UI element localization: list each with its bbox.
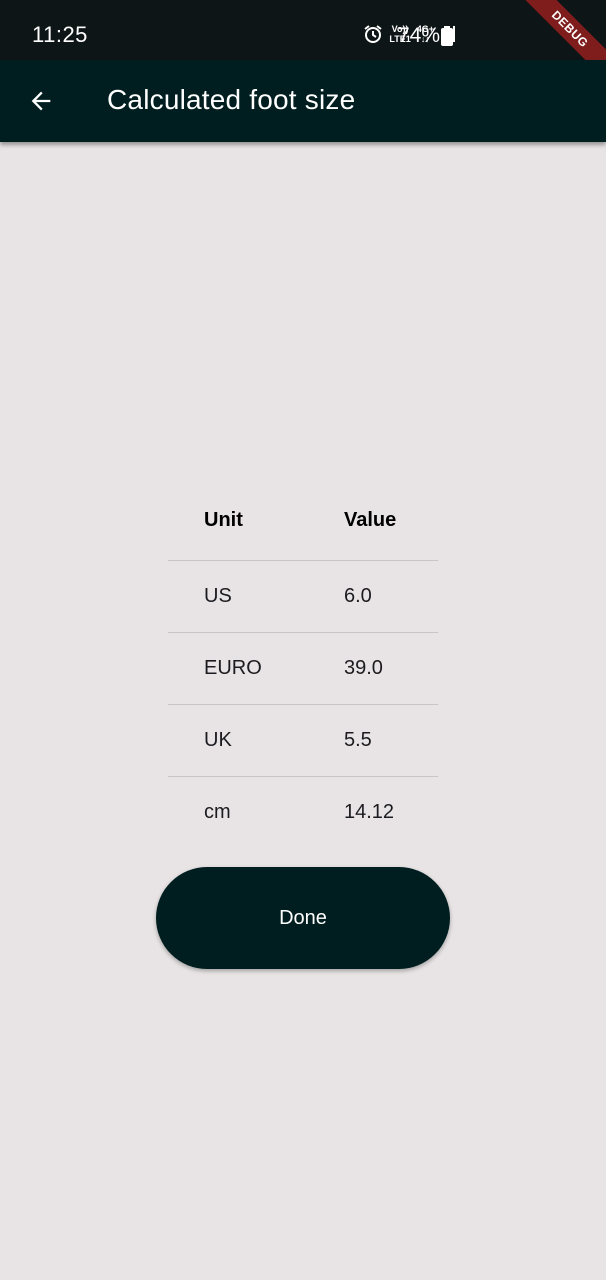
- unit-cell: cm: [204, 801, 231, 823]
- table-row: cm 14.12: [168, 777, 438, 848]
- status-bar: 11:25 Vo)) LTE1 4G+ ↓↑ 74% DEBUG: [0, 0, 606, 87]
- header-unit: Unit: [204, 508, 243, 531]
- unit-cell: US: [204, 585, 232, 607]
- value-cell: 14.12: [344, 801, 395, 823]
- table-header-row: Unit Value: [168, 480, 438, 561]
- battery-icon: [441, 26, 453, 46]
- value-cell: 5.5: [344, 729, 372, 751]
- table-row: US 6.0: [168, 561, 438, 633]
- unit-cell: UK: [204, 729, 232, 751]
- header-value: Value: [344, 508, 397, 531]
- app-bar: Calculated foot size: [0, 60, 606, 142]
- table-row: UK 5.5: [168, 705, 438, 777]
- back-button[interactable]: [18, 78, 64, 124]
- battery-percent: 74%: [398, 24, 441, 47]
- page-title: Calculated foot size: [107, 84, 356, 115]
- done-button[interactable]: Done: [156, 867, 450, 969]
- table-row: EURO 39.0: [168, 633, 438, 705]
- status-time: 11:25: [32, 22, 88, 47]
- alarm-icon: [364, 25, 382, 43]
- arrow-back-icon: [31, 91, 51, 111]
- foot-size-table: Unit Value US 6.0 EURO 39.0 UK 5.5 cm 14…: [168, 480, 438, 848]
- unit-cell: EURO: [204, 657, 262, 679]
- value-cell: 39.0: [344, 657, 383, 679]
- value-cell: 6.0: [344, 585, 372, 607]
